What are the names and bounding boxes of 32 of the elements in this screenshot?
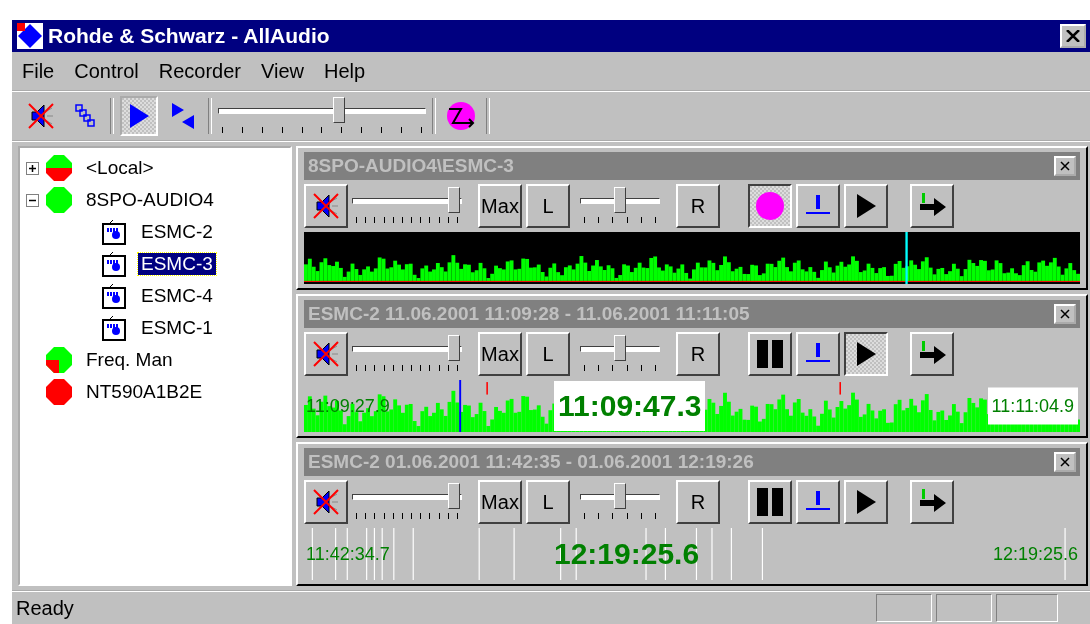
menu-item[interactable]: Help <box>316 59 374 83</box>
right-button[interactable]: R <box>676 184 720 228</box>
tree-item[interactable]: NT590A1B2E <box>83 381 206 403</box>
max-button[interactable]: Max <box>478 184 522 228</box>
left-button[interactable]: L <box>526 184 570 228</box>
window-title: Rohde & Schwarz - AllAudio <box>48 24 331 48</box>
left-button[interactable]: L <box>526 480 570 524</box>
end-time: 12:19:25.6 <box>992 543 1078 565</box>
start-time: 11:42:34.7 <box>306 543 390 565</box>
max-button[interactable]: Max <box>478 332 522 376</box>
right-button[interactable]: R <box>676 480 720 524</box>
status-text: Ready <box>16 596 75 620</box>
tree-item[interactable]: ESMC-2 <box>138 221 216 243</box>
right-button[interactable]: R <box>676 332 720 376</box>
panel-title: 8SPO-AUDIO4\ESMC-3 <box>308 155 515 177</box>
tree-item[interactable]: ESMC-1 <box>138 317 216 339</box>
menu-item[interactable]: View <box>253 59 312 83</box>
end-time: 11:11:04.9 <box>987 387 1078 425</box>
panel-title: ESMC-2 11.06.2001 11:09:28 - 11.06.2001 11:11:05 <box>308 303 751 325</box>
tree-item[interactable]: Freq. Man <box>83 349 176 371</box>
left-button[interactable]: L <box>526 332 570 376</box>
current-time: 12:19:25.6 <box>554 537 700 571</box>
menu-item[interactable]: Recorder <box>150 59 249 83</box>
menu-item[interactable]: Control <box>66 59 147 83</box>
tree-item[interactable]: <Local> <box>83 157 157 179</box>
tree-item[interactable]: ESMC-4 <box>138 285 216 307</box>
max-button[interactable]: Max <box>478 480 522 524</box>
current-time: 11:09:47.3 <box>554 381 706 431</box>
menu-item[interactable]: File <box>14 59 63 83</box>
tree-item[interactable]: ESMC-3 <box>138 253 216 275</box>
panel-title: ESMC-2 01.06.2001 11:42:35 - 01.06.2001 12:19:26 <box>308 451 755 473</box>
tree-item[interactable]: 8SPO-AUDIO4 <box>83 189 217 211</box>
